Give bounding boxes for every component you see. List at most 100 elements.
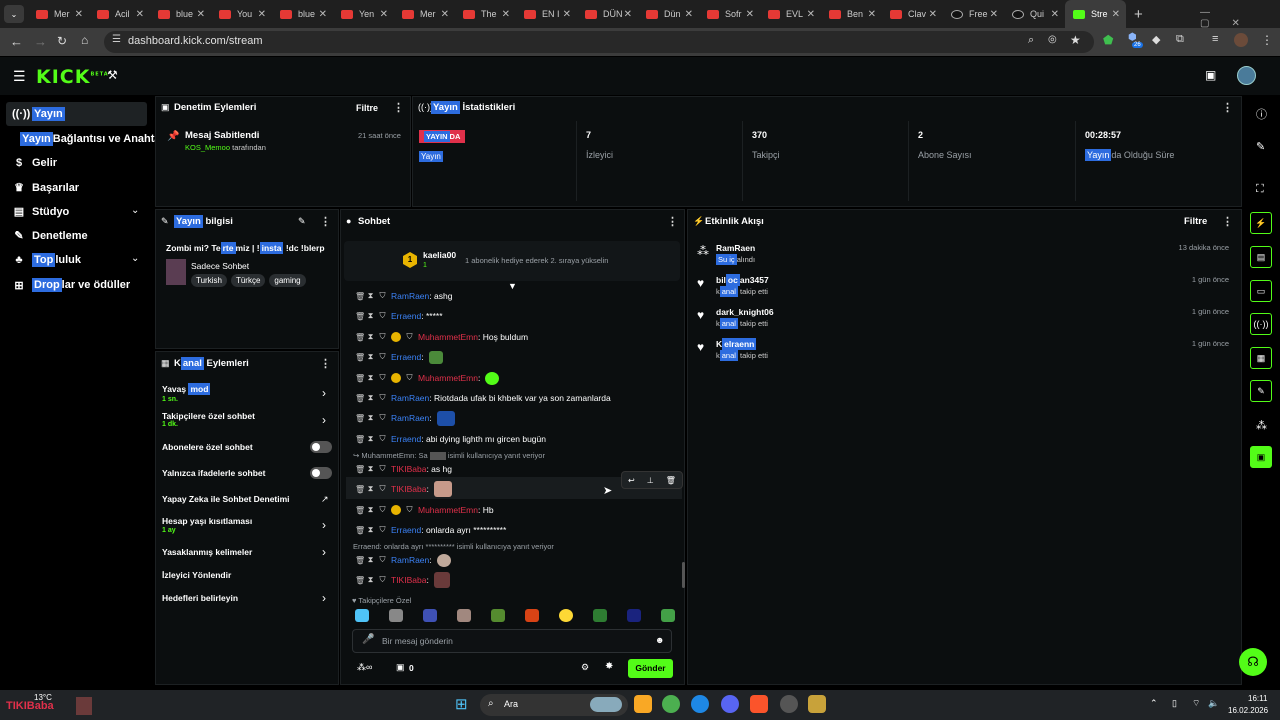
reload-icon[interactable]: ↻ bbox=[57, 34, 67, 48]
raid-row[interactable]: İzleyici Yönlendir bbox=[162, 570, 231, 580]
browser-tab[interactable]: Free ✕ bbox=[943, 0, 1004, 28]
emote-icon[interactable] bbox=[559, 609, 573, 622]
collapse-icon[interactable]: ▼ bbox=[508, 281, 517, 291]
chat-message[interactable]: 🗑 ⧗ ⛉ TIKIBaba: bbox=[355, 572, 450, 588]
tag[interactable]: gaming bbox=[269, 274, 306, 287]
sidebar-item-moderation[interactable]: ✎ Denetleme bbox=[12, 229, 87, 243]
weather-widget-text[interactable]: TIKIBaba bbox=[6, 700, 54, 712]
sidebar-item-drops[interactable]: ⊞ Drop lar ve ödüller bbox=[12, 278, 130, 292]
emote-icon[interactable] bbox=[355, 609, 369, 622]
chat-scrollbar[interactable] bbox=[682, 562, 685, 588]
close-icon[interactable]: ✕ bbox=[75, 9, 83, 20]
chat-message[interactable]: 🗑 ⧗ ⛉ ⛉ MuhammetEmn: Hb bbox=[355, 502, 494, 518]
sidebar-item-revenue[interactable]: $ Gelir bbox=[12, 157, 57, 169]
browser-tab[interactable]: The ✕ bbox=[455, 0, 516, 28]
kick-logo[interactable]: KICKBETA bbox=[36, 66, 109, 88]
home-icon[interactable]: ⌂ bbox=[81, 33, 88, 47]
close-icon[interactable]: ✕ bbox=[441, 9, 449, 20]
close-icon[interactable]: ✕ bbox=[380, 9, 388, 20]
banned-words-row[interactable]: Yasaklanmış kelimeler bbox=[162, 547, 252, 557]
discord-icon[interactable] bbox=[721, 695, 739, 713]
browser-tab[interactable]: Sofr ✕ bbox=[699, 0, 760, 28]
close-icon[interactable]: ✕ bbox=[929, 9, 937, 20]
ai-moderation-row[interactable]: Yapay Zeka ile Sohbet Denetimi bbox=[162, 494, 290, 504]
browser-tab-active[interactable]: Stre ✕ bbox=[1065, 0, 1126, 28]
browser-tab[interactable]: EN I ✕ bbox=[516, 0, 577, 28]
activity-filter-button[interactable]: Filtre bbox=[1184, 216, 1207, 227]
subscribers-only-toggle[interactable] bbox=[310, 441, 332, 453]
rail-document-button[interactable]: ▤ bbox=[1250, 246, 1272, 268]
emote-icon[interactable] bbox=[627, 609, 641, 622]
slow-mode-row[interactable]: Yavaş mod bbox=[162, 383, 211, 395]
emoji-icon[interactable]: ☻ bbox=[655, 635, 664, 645]
close-icon[interactable]: ✕ bbox=[1051, 9, 1059, 20]
support-chat-icon[interactable]: ☊ bbox=[1239, 648, 1267, 676]
close-icon[interactable]: ✕ bbox=[502, 9, 510, 20]
back-icon[interactable]: ← bbox=[10, 34, 23, 49]
chevron-right-icon[interactable]: › bbox=[322, 591, 326, 605]
chevron-right-icon[interactable]: › bbox=[322, 545, 326, 559]
pencil-icon[interactable]: ✎ bbox=[1256, 140, 1265, 153]
chevron-down-icon[interactable]: ⌄ bbox=[131, 253, 139, 264]
browser-tab[interactable]: You ✕ bbox=[211, 0, 272, 28]
close-icon[interactable]: ✕ bbox=[624, 9, 632, 20]
rail-add-widget-button[interactable]: ▣ bbox=[1250, 446, 1272, 468]
close-icon[interactable]: ✕ bbox=[258, 9, 266, 20]
browser-tab[interactable]: blue ✕ bbox=[150, 0, 211, 28]
profile-avatar[interactable] bbox=[1234, 33, 1248, 47]
microphone-icon[interactable]: 🎤 bbox=[362, 634, 374, 645]
obs-icon[interactable] bbox=[780, 695, 798, 713]
edge-icon[interactable] bbox=[691, 695, 709, 713]
settings-gear-icon[interactable]: ⚙ bbox=[581, 662, 589, 673]
diamond-extension-icon[interactable]: ◆ bbox=[1152, 33, 1160, 46]
fullscreen-icon[interactable]: ⛶ bbox=[1256, 183, 1264, 196]
browser-tab[interactable]: Clav ✕ bbox=[882, 0, 943, 28]
file-explorer-icon[interactable] bbox=[634, 695, 652, 713]
chat-message[interactable]: 🗑 ⧗ ⛉ TIKIBaba: as hg bbox=[355, 461, 452, 477]
tab-search-icon[interactable]: ⌄ bbox=[4, 5, 24, 23]
tray-icon[interactable]: ▯ bbox=[1172, 698, 1177, 709]
chat-message[interactable]: 🗑 ⧗ ⛉ Erraend: bbox=[355, 349, 443, 365]
browser-tab[interactable]: Acil ✕ bbox=[89, 0, 150, 28]
tab-list-icon[interactable]: ≡ bbox=[1212, 33, 1218, 45]
external-link-icon[interactable]: ↗ bbox=[321, 494, 329, 505]
chat-message[interactable]: 🗑 ⧗ ⛉ Erraend: onlarda ayrı ********** bbox=[355, 522, 506, 538]
commands-icon[interactable]: ✸ bbox=[605, 661, 613, 672]
chat-message[interactable]: 🗑 ⧗ ⛉ Erraend: abi dying lighth mı gircen b… bbox=[355, 431, 546, 447]
browser-tab[interactable]: Yen ✕ bbox=[333, 0, 394, 28]
account-age-row[interactable]: Hesap yaşı kısıtlaması bbox=[162, 516, 252, 526]
emote-icon[interactable] bbox=[389, 609, 403, 622]
eye-off-icon[interactable]: ◎ bbox=[1048, 34, 1057, 45]
shield-extension-icon[interactable]: ⬟ bbox=[1103, 33, 1113, 47]
chat-message[interactable]: 🗑 ⧗ ⛉ TIKIBaba: bbox=[355, 481, 452, 497]
chevron-right-icon[interactable]: › bbox=[322, 518, 326, 532]
volume-icon[interactable]: 🔈 bbox=[1208, 698, 1219, 709]
chat-message[interactable]: 🗑 ⧗ ⛉ RamRaen: bbox=[355, 552, 451, 568]
browser-tab[interactable]: Qui ✕ bbox=[1004, 0, 1065, 28]
site-info-icon[interactable]: ☰ bbox=[112, 34, 121, 45]
rail-actions-button[interactable]: ▦ bbox=[1250, 347, 1272, 369]
trash-icon[interactable]: 🗑 bbox=[666, 476, 676, 485]
sidebar-item-studio[interactable]: ▤ Stüdyo bbox=[12, 205, 69, 219]
tray-chevron-icon[interactable]: ⌃ bbox=[1150, 698, 1158, 709]
close-icon[interactable]: ✕ bbox=[868, 9, 876, 20]
more-icon[interactable]: ⋮ bbox=[1222, 101, 1233, 114]
rail-wrench-button[interactable]: ✎ bbox=[1250, 380, 1272, 402]
reply-icon[interactable]: ↩ bbox=[628, 476, 635, 485]
chat-message[interactable]: 🗑 ⧗ ⛉ ⛉ MuhammetEmn: Hoş buldum bbox=[355, 329, 528, 345]
zoom-icon[interactable]: ⌕ bbox=[1028, 34, 1034, 47]
emote-icon[interactable] bbox=[593, 609, 607, 622]
pin-icon[interactable]: ⊥ bbox=[647, 476, 654, 485]
wifi-icon[interactable]: ⌔ bbox=[1192, 698, 1200, 709]
new-tab-button[interactable]: + bbox=[1134, 6, 1143, 23]
sidebar-item-stream[interactable]: ((·)) Yayın bbox=[12, 107, 65, 121]
user-avatar[interactable] bbox=[1237, 66, 1256, 85]
more-icon[interactable]: ⋮ bbox=[667, 215, 678, 228]
menu-icon[interactable]: ⋮ bbox=[1261, 33, 1273, 47]
chevron-right-icon[interactable]: › bbox=[322, 413, 326, 427]
emote-only-toggle[interactable] bbox=[310, 467, 332, 479]
rail-chat-button[interactable]: ▭ bbox=[1250, 280, 1272, 302]
rail-broadcast-button[interactable]: ((·)) bbox=[1250, 313, 1272, 335]
close-icon[interactable]: ✕ bbox=[685, 9, 693, 20]
league-icon[interactable] bbox=[808, 695, 826, 713]
